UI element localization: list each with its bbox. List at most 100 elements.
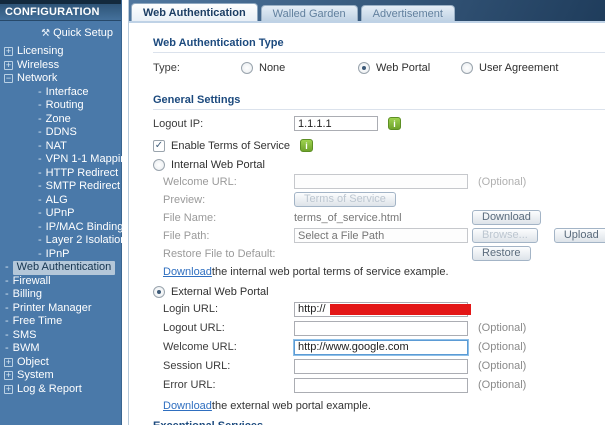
tab-advertisement[interactable]: Advertisement — [361, 5, 455, 21]
download-button[interactable]: Download — [472, 210, 541, 225]
browse-button: Browse... — [472, 228, 538, 243]
info-icon[interactable]: i — [388, 117, 401, 130]
sidebar-item-billing[interactable]: -Billing — [0, 288, 121, 302]
preview-tos-button: Terms of Service — [294, 192, 396, 207]
wrench-icon: ⚒ — [41, 28, 50, 39]
sidebar-item-vpn-1-1-mapping[interactable]: -VPN 1-1 Mapping — [0, 153, 121, 167]
tab-walled-garden[interactable]: Walled Garden — [261, 5, 358, 21]
sidebar-item-wireless[interactable]: +Wireless — [0, 59, 121, 73]
restore-row: Restore File to Default: Restore — [153, 245, 605, 262]
sidebar-title: CONFIGURATION — [0, 4, 121, 21]
sidebar-item-layer-2-isolation[interactable]: -Layer 2 Isolation — [0, 234, 121, 248]
sidebar-item-label: UPnP — [46, 207, 75, 221]
radio-user-agreement[interactable] — [461, 62, 473, 74]
optional-note: (Optional) — [478, 341, 526, 353]
error-url-input[interactable] — [294, 378, 468, 393]
restore-button[interactable]: Restore — [472, 246, 531, 261]
external-example-text: the external web portal example. — [212, 400, 371, 412]
external-portal-radio[interactable] — [153, 286, 165, 298]
collapse-icon[interactable]: − — [4, 74, 13, 83]
bullet-icon: - — [5, 315, 9, 329]
radio-user-agreement-label: User Agreement — [479, 62, 558, 74]
sidebar-item-object[interactable]: +Object — [0, 356, 121, 370]
expand-icon[interactable]: + — [4, 358, 13, 367]
sidebar-item-firewall[interactable]: -Firewall — [0, 275, 121, 289]
bullet-icon: - — [38, 86, 42, 100]
sidebar-item-label: Billing — [13, 288, 42, 302]
external-portal-row: External Web Portal — [153, 285, 605, 299]
radio-web-portal[interactable] — [358, 62, 370, 74]
internal-example-download-link[interactable]: Download — [163, 266, 212, 278]
expand-icon[interactable]: + — [4, 385, 13, 394]
sidebar-item-smtp-redirect[interactable]: -SMTP Redirect — [0, 180, 121, 194]
sidebar-item-routing[interactable]: -Routing — [0, 99, 121, 113]
internal-example-text: the internal web portal terms of service… — [212, 266, 449, 278]
upload-button[interactable]: Upload — [554, 228, 605, 243]
sidebar-item-free-time[interactable]: -Free Time — [0, 315, 121, 329]
internal-portal-label: Internal Web Portal — [171, 159, 265, 171]
welcome-url-label: Welcome URL: — [163, 341, 294, 353]
sidebar-nav: + Licensing +Wireless −Network -Interface… — [0, 45, 121, 396]
sidebar-item-upnp[interactable]: -UPnP — [0, 207, 121, 221]
restore-label: Restore File to Default: — [163, 248, 294, 260]
sidebar-item-ip-mac-binding[interactable]: -IP/MAC Binding — [0, 221, 121, 235]
external-example-download-link[interactable]: Download — [163, 400, 212, 412]
expand-icon[interactable]: + — [4, 61, 13, 70]
quick-setup-button[interactable]: ⚒Quick Setup — [0, 21, 121, 42]
sidebar-item-licensing[interactable]: + Licensing — [0, 45, 121, 59]
tab-web-authentication[interactable]: Web Authentication — [131, 3, 258, 21]
sidebar-item-http-redirect[interactable]: -HTTP Redirect — [0, 167, 121, 181]
external-portal-label: External Web Portal — [171, 286, 269, 298]
sidebar-item-sms[interactable]: -SMS — [0, 329, 121, 343]
sidebar-item-interface[interactable]: -Interface — [0, 86, 121, 100]
sidebar-item-label: Printer Manager — [13, 302, 92, 316]
radio-none[interactable] — [241, 62, 253, 74]
sidebar-item-label: Free Time — [13, 315, 63, 329]
session-url-row: Session URL: (Optional) — [153, 357, 605, 375]
expand-icon[interactable]: + — [4, 47, 13, 56]
logout-ip-input[interactable] — [294, 116, 378, 131]
info-icon[interactable]: i — [300, 139, 313, 152]
logout-ip-row: Logout IP: i — [153, 114, 605, 133]
enable-tos-checkbox[interactable]: ✓ — [153, 140, 165, 152]
welcome-url-label: Welcome URL: — [163, 176, 294, 188]
sidebar-item-network[interactable]: −Network — [0, 72, 121, 86]
sidebar-item-ipnp[interactable]: -IPnP — [0, 248, 121, 262]
optional-note: (Optional) — [478, 176, 526, 188]
sidebar-item-system[interactable]: + System — [0, 369, 121, 383]
external-welcome-url-input[interactable] — [294, 340, 468, 355]
bullet-icon: - — [38, 113, 42, 127]
sidebar-item-log-report[interactable]: +Log & Report — [0, 383, 121, 397]
file-name-label: File Name: — [163, 212, 294, 224]
external-welcome-url-row: Welcome URL: (Optional) — [153, 338, 605, 356]
internal-portal-radio[interactable] — [153, 159, 165, 171]
expand-icon[interactable]: + — [4, 371, 13, 380]
sidebar-item-ddns[interactable]: -DDNS — [0, 126, 121, 140]
logout-url-input[interactable] — [294, 321, 468, 336]
bullet-icon: - — [38, 207, 42, 221]
sidebar-item-alg[interactable]: -ALG — [0, 194, 121, 208]
sidebar-item-bwm[interactable]: -BWM — [0, 342, 121, 356]
sidebar-item-web-authentication[interactable]: -Web Authentication — [0, 261, 121, 275]
bullet-icon: - — [38, 140, 42, 154]
sidebar-item-label: Network — [17, 72, 57, 86]
login-url-label: Login URL: — [163, 303, 294, 315]
type-row: Type: None Web Portal User Agreement — [153, 59, 605, 76]
session-url-input[interactable] — [294, 359, 468, 374]
sidebar-item-printer-manager[interactable]: -Printer Manager — [0, 302, 121, 316]
bullet-icon: - — [38, 126, 42, 140]
bullet-icon: - — [38, 194, 42, 208]
sidebar-item-label: Licensing — [17, 45, 63, 59]
sidebar-item-label: HTTP Redirect — [46, 167, 119, 181]
error-url-row: Error URL: (Optional) — [153, 376, 605, 394]
sidebar-item-label: Firewall — [13, 275, 51, 289]
configuration-sidebar: CONFIGURATION ⚒Quick Setup + Licensing +W… — [0, 0, 122, 425]
section-title-web-auth-type: Web Authentication Type — [153, 37, 605, 53]
bullet-icon: - — [5, 329, 9, 343]
bullet-icon: - — [38, 153, 42, 167]
section-title-general-settings: General Settings — [153, 94, 605, 110]
sidebar-item-label: System — [17, 369, 54, 383]
preview-label: Preview: — [163, 194, 294, 206]
sidebar-item-nat[interactable]: -NAT — [0, 140, 121, 154]
sidebar-item-zone[interactable]: -Zone — [0, 113, 121, 127]
